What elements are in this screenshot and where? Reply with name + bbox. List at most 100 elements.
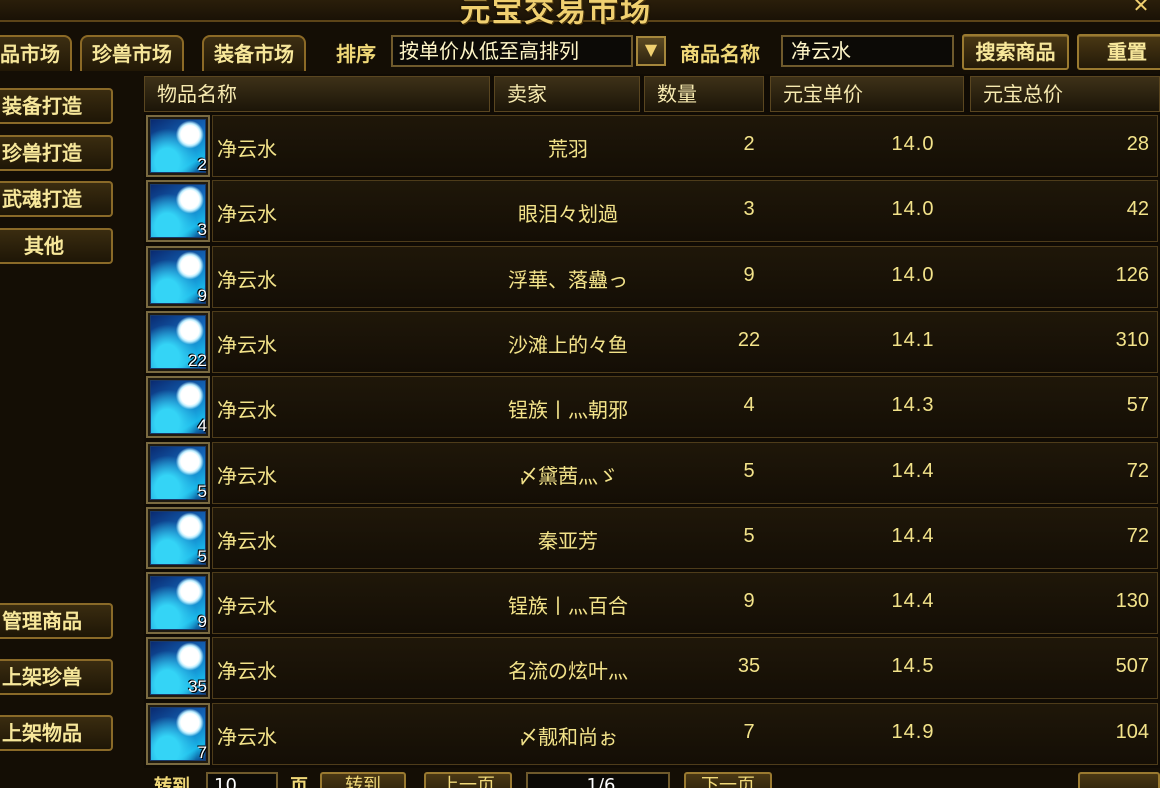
table-row[interactable]: 22 净云水 沙滩上的々鱼 22 14.1 310 [144, 309, 1160, 373]
item-icon-slot[interactable]: 35 [146, 637, 210, 700]
cell-item-name: 净云水 [217, 332, 277, 357]
cell-seller: 荒羽 [548, 137, 588, 161]
icon-stack-count: 22 [188, 350, 207, 370]
table-row[interactable]: 2 净云水 荒羽 2 14.0 28 [144, 113, 1160, 177]
cell-seller: 〆靓和尚ぉ [518, 724, 618, 749]
header-quantity[interactable]: 数量 [644, 76, 764, 112]
page-status: 1/6 [526, 772, 670, 788]
table-row[interactable]: 3 净云水 眼泪々划過 3 14.0 42 [144, 178, 1160, 243]
item-icon-slot[interactable]: 5 [146, 441, 210, 504]
cell-total-price: 72 [1126, 459, 1149, 482]
cell-unit-price: 14.9 [891, 720, 935, 743]
table-row[interactable]: 9 净云水 锃族丨灬百合 9 14.4 130 [144, 570, 1160, 635]
cell-item-name: 净云水 [217, 463, 277, 488]
reset-button[interactable]: 重置 [1077, 34, 1160, 70]
next-page-button[interactable]: 下一页 [684, 772, 772, 788]
table-row[interactable]: 4 净云水 锃族丨灬朝邪 4 14.3 57 [144, 374, 1160, 439]
row-body: 净云水 眼泪々划過 3 14.0 42 [212, 180, 1158, 243]
table-row[interactable]: 7 净云水 〆靓和尚ぉ 7 14.9 104 [144, 701, 1160, 765]
cell-total-price: 72 [1126, 524, 1149, 547]
row-body: 净云水 〆黛茜灬ゞ 5 14.4 72 [212, 441, 1158, 504]
cell-unit-price: 14.0 [891, 263, 935, 286]
item-icon-slot[interactable]: 5 [146, 506, 210, 569]
header-total-price[interactable]: 元宝总价 [970, 76, 1160, 112]
search-button[interactable]: 搜索商品 [962, 34, 1069, 70]
close-icon[interactable]: ✕ [1130, 0, 1152, 16]
icon-stack-count: 9 [197, 285, 207, 305]
sidebar-item-pet-craft[interactable]: 珍兽打造 [0, 135, 113, 171]
tab-pet-market[interactable]: 珍兽市场 [80, 35, 184, 71]
table-row[interactable]: 35 净云水 名流の炫叶灬 35 14.5 507 [144, 635, 1160, 700]
header-item-name[interactable]: 物品名称 [144, 76, 490, 112]
page-input[interactable]: 10 [206, 772, 278, 788]
tab-item-market[interactable]: 品市场 [0, 35, 72, 71]
window-title: 元宝交易市场 [460, 0, 652, 29]
row-body: 净云水 秦亚芳 5 14.4 72 [212, 506, 1158, 569]
header-unit-price[interactable]: 元宝单价 [770, 76, 964, 112]
sort-select[interactable]: 按单价从低至高排列 [391, 35, 633, 67]
item-icon-slot[interactable]: 7 [146, 702, 210, 765]
table-row[interactable]: 9 净云水 浮華、落蠱っ 9 14.0 126 [144, 244, 1160, 308]
item-icon-slot[interactable]: 9 [146, 245, 210, 308]
cell-quantity: 22 [737, 328, 761, 351]
list-item-button[interactable]: 上架物品 [0, 715, 113, 751]
icon-stack-count: 9 [197, 612, 207, 632]
cell-seller: 锃族丨灬百合 [508, 594, 628, 619]
cell-item-name: 净云水 [217, 528, 277, 553]
row-body: 净云水 浮華、落蠱っ 9 14.0 126 [212, 245, 1158, 308]
cell-unit-price: 14.0 [891, 198, 935, 221]
icon-stack-count: 3 [197, 220, 207, 240]
table-row[interactable]: 5 净云水 秦亚芳 5 14.4 72 [144, 505, 1160, 569]
header-seller[interactable]: 卖家 [494, 76, 640, 112]
page-unit: 页 [290, 776, 308, 788]
cell-seller: 名流の炫叶灬 [508, 659, 628, 684]
cell-seller: 秦亚芳 [538, 528, 598, 553]
icon-stack-count: 5 [197, 481, 207, 501]
cell-quantity: 4 [743, 394, 755, 417]
manage-items-button[interactable]: 管理商品 [0, 603, 113, 639]
cell-quantity: 2 [743, 133, 755, 155]
cell-item-name: 净云水 [217, 137, 277, 161]
list-pet-button[interactable]: 上架珍兽 [0, 659, 113, 695]
search-input[interactable]: 净云水 [781, 35, 954, 67]
cell-item-name: 净云水 [217, 267, 277, 292]
row-body: 净云水 沙滩上的々鱼 22 14.1 310 [212, 310, 1158, 373]
goto-button[interactable]: 转到 [320, 772, 406, 788]
cell-unit-price: 14.1 [891, 328, 935, 351]
cell-total-price: 28 [1126, 133, 1149, 155]
cell-quantity: 9 [743, 590, 755, 613]
cell-unit-price: 14.4 [891, 524, 935, 547]
cell-seller: 锃族丨灬朝邪 [508, 398, 628, 423]
footer-action-button[interactable] [1078, 772, 1160, 788]
tab-equipment-market[interactable]: 装备市场 [202, 35, 306, 71]
cell-seller: 〆黛茜灬ゞ [518, 463, 618, 488]
sidebar-item-soul-craft[interactable]: 武魂打造 [0, 181, 113, 217]
cell-quantity: 7 [743, 720, 755, 743]
cell-seller: 浮華、落蠱っ [508, 267, 628, 292]
prev-page-button[interactable]: 上一页 [424, 772, 512, 788]
sort-label: 排序 [336, 42, 376, 66]
cell-unit-price: 14.5 [891, 655, 935, 678]
icon-stack-count: 5 [197, 546, 207, 566]
cell-total-price: 104 [1115, 720, 1149, 743]
cell-unit-price: 14.4 [891, 459, 935, 482]
cell-item-name: 净云水 [217, 594, 277, 619]
cell-quantity: 3 [743, 198, 755, 221]
sidebar-item-equipment-craft[interactable]: 装备打造 [0, 88, 113, 124]
cell-item-name: 净云水 [217, 202, 277, 227]
chevron-down-icon[interactable]: ▼ [636, 36, 666, 66]
sidebar-item-other[interactable]: 其他 [0, 228, 113, 264]
cell-quantity: 5 [743, 459, 755, 482]
item-icon-slot[interactable]: 2 [146, 115, 210, 177]
cell-total-price: 57 [1126, 394, 1149, 417]
cell-total-price: 42 [1126, 198, 1149, 221]
item-icon-slot[interactable]: 9 [146, 572, 210, 635]
row-body: 净云水 荒羽 2 14.0 28 [212, 115, 1158, 177]
table-row[interactable]: 5 净云水 〆黛茜灬ゞ 5 14.4 72 [144, 440, 1160, 504]
item-icon-slot[interactable]: 22 [146, 310, 210, 373]
goto-label: 转到 [154, 776, 190, 788]
item-icon-slot[interactable]: 4 [146, 376, 210, 439]
icon-stack-count: 2 [197, 155, 207, 174]
item-icon-slot[interactable]: 3 [146, 180, 210, 243]
cell-total-price: 130 [1115, 590, 1149, 613]
